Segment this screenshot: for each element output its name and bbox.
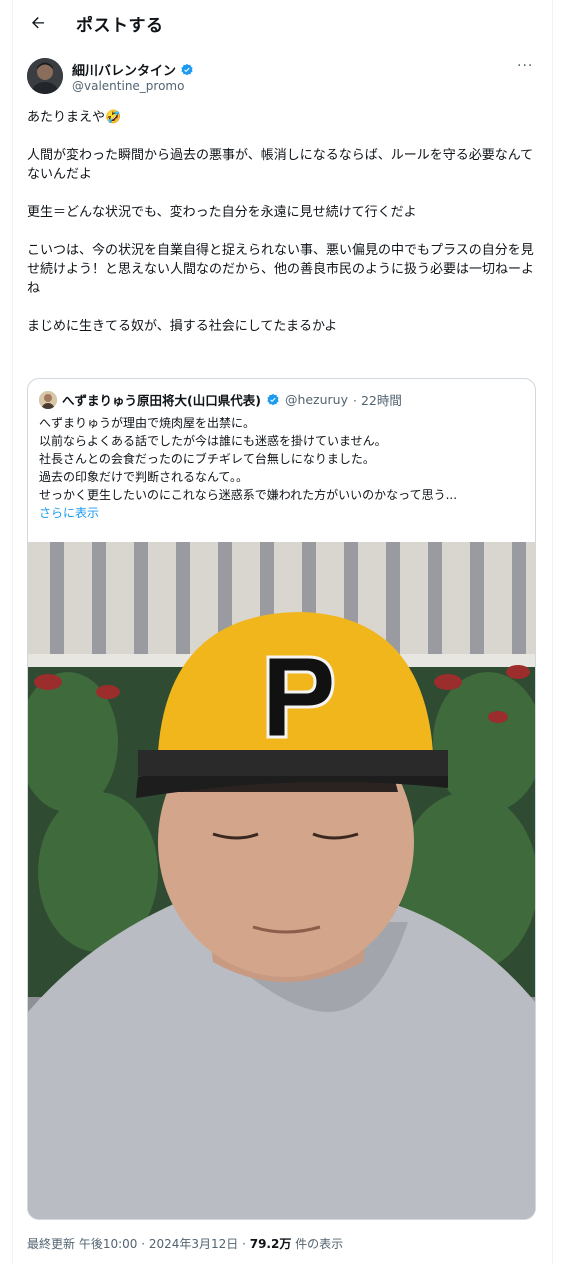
arrow-left-icon — [32, 17, 44, 29]
author-name[interactable]: 細川バレンタイン — [72, 60, 176, 79]
author-handle[interactable]: @valentine_promo — [72, 79, 184, 93]
quoted-post-photo[interactable] — [28, 542, 535, 1219]
quoted-author-handle[interactable]: @hezuruy — [285, 392, 348, 407]
more-button[interactable]: ··· — [517, 58, 533, 74]
quoted-post[interactable]: へずまりゅう原田将大(山口県代表) @hezuruy · 22時間 へずまりゅう… — [27, 378, 536, 1220]
author-avatar[interactable] — [27, 58, 63, 94]
post-paragraph: あたりまえや🤣 — [27, 110, 122, 125]
quoted-post-header: へずまりゅう原田将大(山口県代表) @hezuruy · 22時間 — [39, 390, 402, 409]
post-meta: 最終更新 午後10:00 · 2024年3月12日 · 79.2万 件の表示 — [27, 1235, 343, 1252]
post-paragraph: まじめに生きてる奴が、損する社会にしてたまるかよ — [27, 319, 338, 334]
post-paragraph: こいつは、今の状況を自業自得と捉えられない事、悪い偏見の中でもプラスの自分を見せ… — [27, 243, 535, 296]
verified-badge-icon — [267, 393, 279, 405]
page-title: ポストする — [76, 16, 164, 36]
post-paragraph: 人間が変わった瞬間から過去の悪事が、帳消しになるならば、ルールを守る必要なんてな… — [27, 148, 534, 182]
quoted-post-text: へずまりゅうが理由で焼肉屋を出禁に。 以前ならよくある話でしたが今は誰にも迷惑を… — [39, 414, 529, 522]
quoted-author-avatar[interactable] — [39, 390, 57, 409]
view-count-label: 件の表示 — [291, 1237, 344, 1251]
post-text: あたりまえや🤣 人間が変わった瞬間から過去の悪事が、帳消しになるならば、ルールを… — [27, 108, 537, 336]
quoted-line: 社長さんとの会食だったのにブチギレて台無しになりました。 — [39, 452, 375, 466]
author-name-row[interactable]: 細川バレンタイン — [72, 60, 194, 79]
quoted-post-time[interactable]: · 22時間 — [353, 390, 402, 409]
quoted-line: 以前ならよくある話でしたが今は誰にも迷惑を掛けていません。 — [39, 434, 387, 448]
top-bar: ポストする — [0, 0, 565, 46]
quoted-line: せっかく更生したいのにこれなら迷惑系で嫌われた方がいいのかなって思う... — [39, 488, 458, 502]
quoted-author-name[interactable]: へずまりゅう原田将大(山口県代表) — [62, 390, 261, 409]
view-count: 79.2万 — [249, 1237, 292, 1251]
show-more-link[interactable]: さらに表示 — [39, 504, 529, 522]
back-button[interactable] — [26, 11, 50, 35]
photo-man-yellow-cap — [28, 542, 535, 1219]
verified-badge-icon — [181, 63, 193, 75]
quoted-line: へずまりゅうが理由で焼肉屋を出禁に。 — [39, 416, 256, 430]
post-paragraph: 更生＝どんな状況でも、変わった自分を永遠に見せ続けて行くだよ — [27, 205, 417, 220]
post-timestamp[interactable]: 最終更新 午後10:00 · 2024年3月12日 · — [27, 1237, 250, 1251]
more-horizontal-icon: ··· — [517, 58, 534, 74]
quoted-line: 過去の印象だけで判断されるなんて。。 — [39, 470, 249, 484]
